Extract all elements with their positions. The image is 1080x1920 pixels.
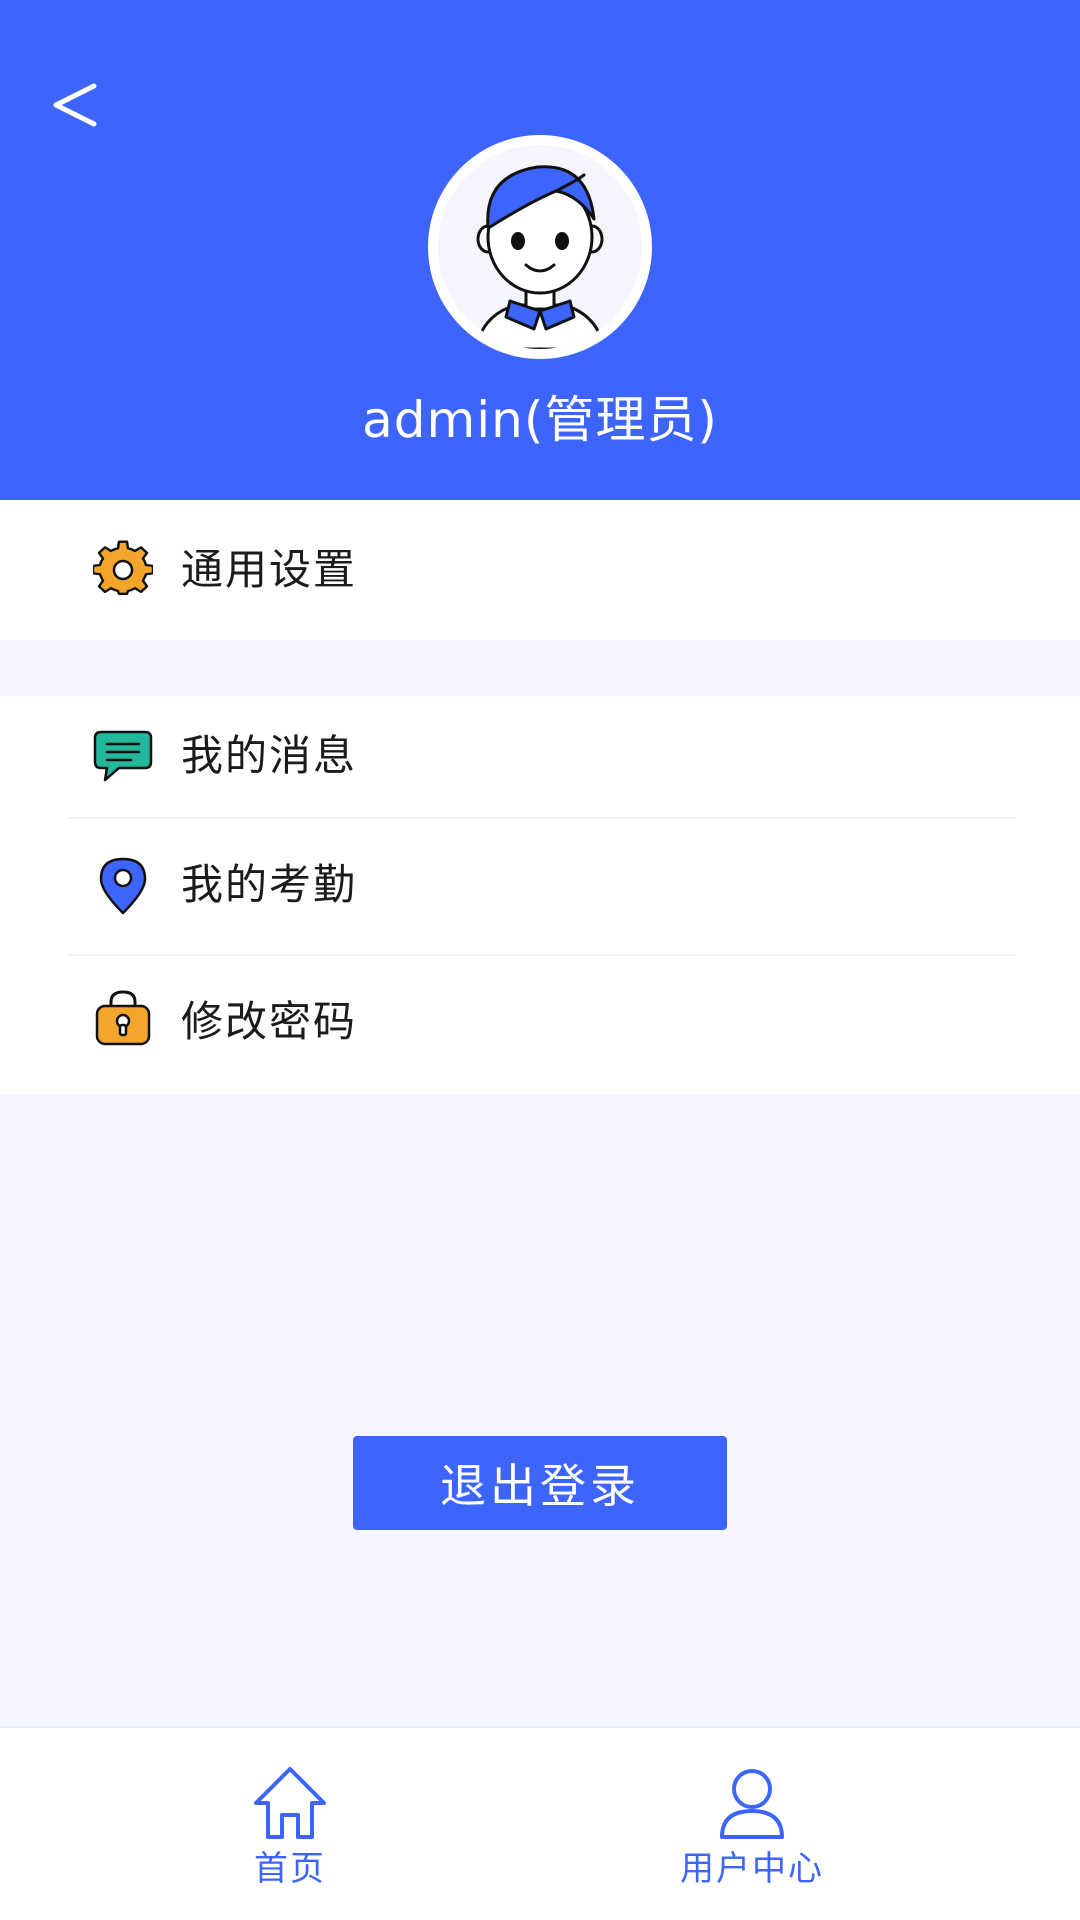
profile-header: admin(管理员) bbox=[0, 0, 1080, 500]
bottom-nav: 首页 用户中心 bbox=[0, 1726, 1080, 1920]
nav-user-center-label: 用户中心 bbox=[680, 1849, 824, 1889]
menu-item-my-attendance[interactable]: 我的考勤 bbox=[0, 819, 1080, 954]
nav-user-center[interactable]: 用户中心 bbox=[652, 1728, 852, 1920]
menu-label-my-attendance: 我的考勤 bbox=[181, 860, 358, 909]
gear-icon bbox=[93, 540, 153, 595]
location-pin-icon bbox=[99, 857, 147, 915]
logout-button[interactable]: 退出登录 bbox=[353, 1436, 727, 1530]
menu-label-my-messages: 我的消息 bbox=[181, 731, 358, 780]
back-arrow-icon bbox=[53, 83, 97, 127]
personal-group: 我的消息 我的考勤 修改密码 bbox=[0, 696, 1080, 1094]
nav-home[interactable]: 首页 bbox=[190, 1728, 390, 1920]
username-label: admin(管理员) bbox=[362, 391, 718, 449]
menu-label-change-password: 修改密码 bbox=[181, 997, 358, 1046]
menu-item-my-messages[interactable]: 我的消息 bbox=[0, 696, 1080, 818]
back-button[interactable] bbox=[40, 70, 110, 140]
message-icon bbox=[93, 730, 153, 782]
user-center-page: admin(管理员) 通用设置 我的消息 我的考勤 修改密码 退出登录 首页 用… bbox=[0, 0, 1080, 1920]
avatar[interactable] bbox=[428, 135, 652, 359]
lock-icon bbox=[95, 990, 151, 1046]
avatar-illustration bbox=[474, 165, 606, 349]
settings-group: 通用设置 bbox=[0, 500, 1080, 640]
nav-home-label: 首页 bbox=[254, 1849, 326, 1889]
home-icon bbox=[254, 1767, 326, 1839]
menu-label-general-settings: 通用设置 bbox=[181, 545, 358, 594]
user-icon bbox=[720, 1769, 784, 1839]
menu-item-change-password[interactable]: 修改密码 bbox=[0, 956, 1080, 1094]
menu-item-general-settings[interactable]: 通用设置 bbox=[0, 500, 1080, 640]
avatar-image bbox=[438, 145, 642, 349]
